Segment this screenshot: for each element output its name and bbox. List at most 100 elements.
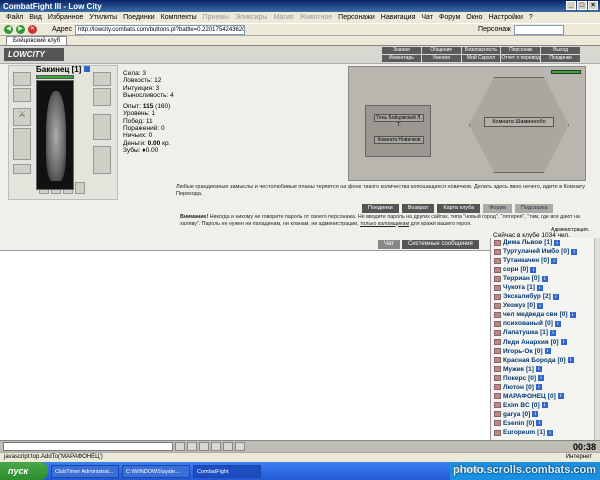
refresh-button[interactable] [235,442,245,451]
character-name[interactable]: Бакинец [1] [36,65,90,74]
user-info-icon[interactable]: i [532,411,539,418]
menu-item[interactable]: Навигация [381,14,416,21]
private-message-icon[interactable] [494,284,501,291]
user-row[interactable]: Exim BC [0] i [491,401,600,410]
user-row[interactable]: Терриан [0] i [491,274,600,283]
menu-item[interactable]: Настройки [489,14,523,21]
menu-item[interactable]: Животное [300,14,333,21]
user-name[interactable]: МАРАФОНЕЦ [503,393,546,400]
user-list-scrollbar[interactable] [594,238,600,440]
start-button[interactable]: пуск [0,462,48,480]
user-row[interactable]: Укожуз [0] i [491,301,600,310]
user-row[interactable]: Красная Борода [0] i [491,356,600,365]
private-message-icon[interactable] [494,348,501,355]
translit-button[interactable] [211,442,221,451]
user-row[interactable]: Лютон [0] i [491,383,600,392]
url-input[interactable]: http://lowcity.combats.com/buttons.pl?ba… [75,24,246,35]
user-info-icon[interactable]: i [536,284,543,291]
boots-slot[interactable] [93,146,111,174]
map-room-label-1[interactable]: Тень Бойцовский Л. Т. [374,114,424,128]
close-button[interactable]: × [588,1,598,10]
user-name[interactable]: Europeum [503,429,535,436]
menu-item[interactable]: Персонажи [338,14,375,21]
site-menu-item[interactable]: Выход [541,47,580,54]
menu-item[interactable]: Окно [466,14,482,21]
private-message-icon[interactable] [494,375,501,382]
menu-item[interactable]: Поединки [123,14,155,21]
private-message-icon[interactable] [494,384,501,391]
user-info-icon[interactable]: i [547,429,554,436]
user-row[interactable]: Туртулачей Имбо [0] i [491,247,600,256]
amulet-slot[interactable] [13,88,31,102]
user-info-icon[interactable]: i [571,248,578,255]
minimize-button[interactable]: _ [566,1,576,10]
user-name[interactable]: Мужик [503,366,524,373]
browser-tab[interactable]: Бойцовский клуб [6,36,68,45]
user-name[interactable]: Туртулачей Имбо [503,248,559,255]
private-message-icon[interactable] [494,429,501,436]
private-message-icon[interactable] [494,411,501,418]
filter-button[interactable] [223,442,233,451]
forward-icon[interactable]: ▶ [16,25,25,34]
user-name[interactable]: Красная Борода [503,357,556,364]
user-info-icon[interactable]: i [554,320,561,327]
armor-slot[interactable] [13,128,31,160]
private-message-icon[interactable] [494,257,501,264]
user-row[interactable]: Леди Анархия [0] i [491,338,600,347]
user-name[interactable]: Укожуз [503,302,525,309]
menu-item[interactable]: Форум [439,14,460,21]
private-message-icon[interactable] [494,402,501,409]
site-menu-item[interactable]: Безопасность [461,47,501,54]
user-name[interactable]: Тутанкачен [503,257,539,264]
send-button[interactable] [175,442,185,451]
shield-slot[interactable] [93,88,111,106]
menu-item[interactable]: Комплекты [161,14,197,21]
menu-item[interactable]: ? [529,14,533,21]
user-info-icon[interactable]: i [541,275,548,282]
user-row[interactable]: Мужик [1] i [491,365,600,374]
site-menu-item[interactable]: Умения [421,55,461,62]
user-info-icon[interactable]: i [535,366,542,373]
user-name[interactable]: психованый [503,320,543,327]
maximize-button[interactable]: □ [577,1,587,10]
earrings-slot[interactable] [93,72,111,86]
user-row[interactable]: МАРАФОНЕЦ [0] i [491,392,600,401]
smiles-button[interactable] [199,442,209,451]
private-message-icon[interactable] [494,239,501,246]
private-message-icon[interactable] [494,393,501,400]
site-menu-item[interactable]: Персонаж [501,47,541,54]
user-name[interactable]: Лапатушка [503,329,538,336]
chat-tab[interactable]: Чат [378,240,400,249]
private-message-icon[interactable] [494,320,501,327]
taskbar-item[interactable]: C:\WINDOWS\syste... [122,464,190,478]
taskbar-item[interactable]: ClubTimer Administrat... [51,464,119,478]
private-message-icon[interactable] [494,302,501,309]
taskbar-item[interactable]: CombatFight [193,464,261,478]
private-message-icon[interactable] [494,357,501,364]
user-info-icon[interactable]: i [557,393,564,400]
user-info-icon[interactable]: i [551,257,558,264]
private-message-icon[interactable] [494,275,501,282]
user-info-icon[interactable]: i [538,375,545,382]
chat-input[interactable] [3,442,173,451]
private-message-icon[interactable] [494,366,501,373]
action-button[interactable]: Подсказка [514,204,554,213]
user-name[interactable]: Терриан [503,275,530,282]
user-row[interactable]: Дима Львов [1] i [491,238,600,247]
warning-link[interactable]: только взломщикам [360,221,409,227]
action-button[interactable]: Карта клуба [437,204,481,213]
menu-item[interactable]: Эликсиры [235,14,267,21]
menu-item[interactable]: Магия [273,14,293,21]
user-info-icon[interactable]: i [552,293,559,300]
user-row[interactable]: Экскалибур [2] i [491,292,600,301]
user-name[interactable]: сорн [503,266,518,273]
user-row[interactable]: чел медведа сви [0] i [491,310,600,319]
user-info-icon[interactable]: i [536,420,543,427]
user-row[interactable]: Покерс [0] i [491,374,600,383]
private-message-icon[interactable] [494,266,501,273]
user-info-icon[interactable]: i [530,266,537,273]
user-name[interactable]: Леди Анархия [503,339,549,346]
back-icon[interactable]: ◀ [4,25,13,34]
site-menu-item[interactable]: Общение [421,47,461,54]
chat-tab[interactable]: Системные сообщения [401,240,479,249]
